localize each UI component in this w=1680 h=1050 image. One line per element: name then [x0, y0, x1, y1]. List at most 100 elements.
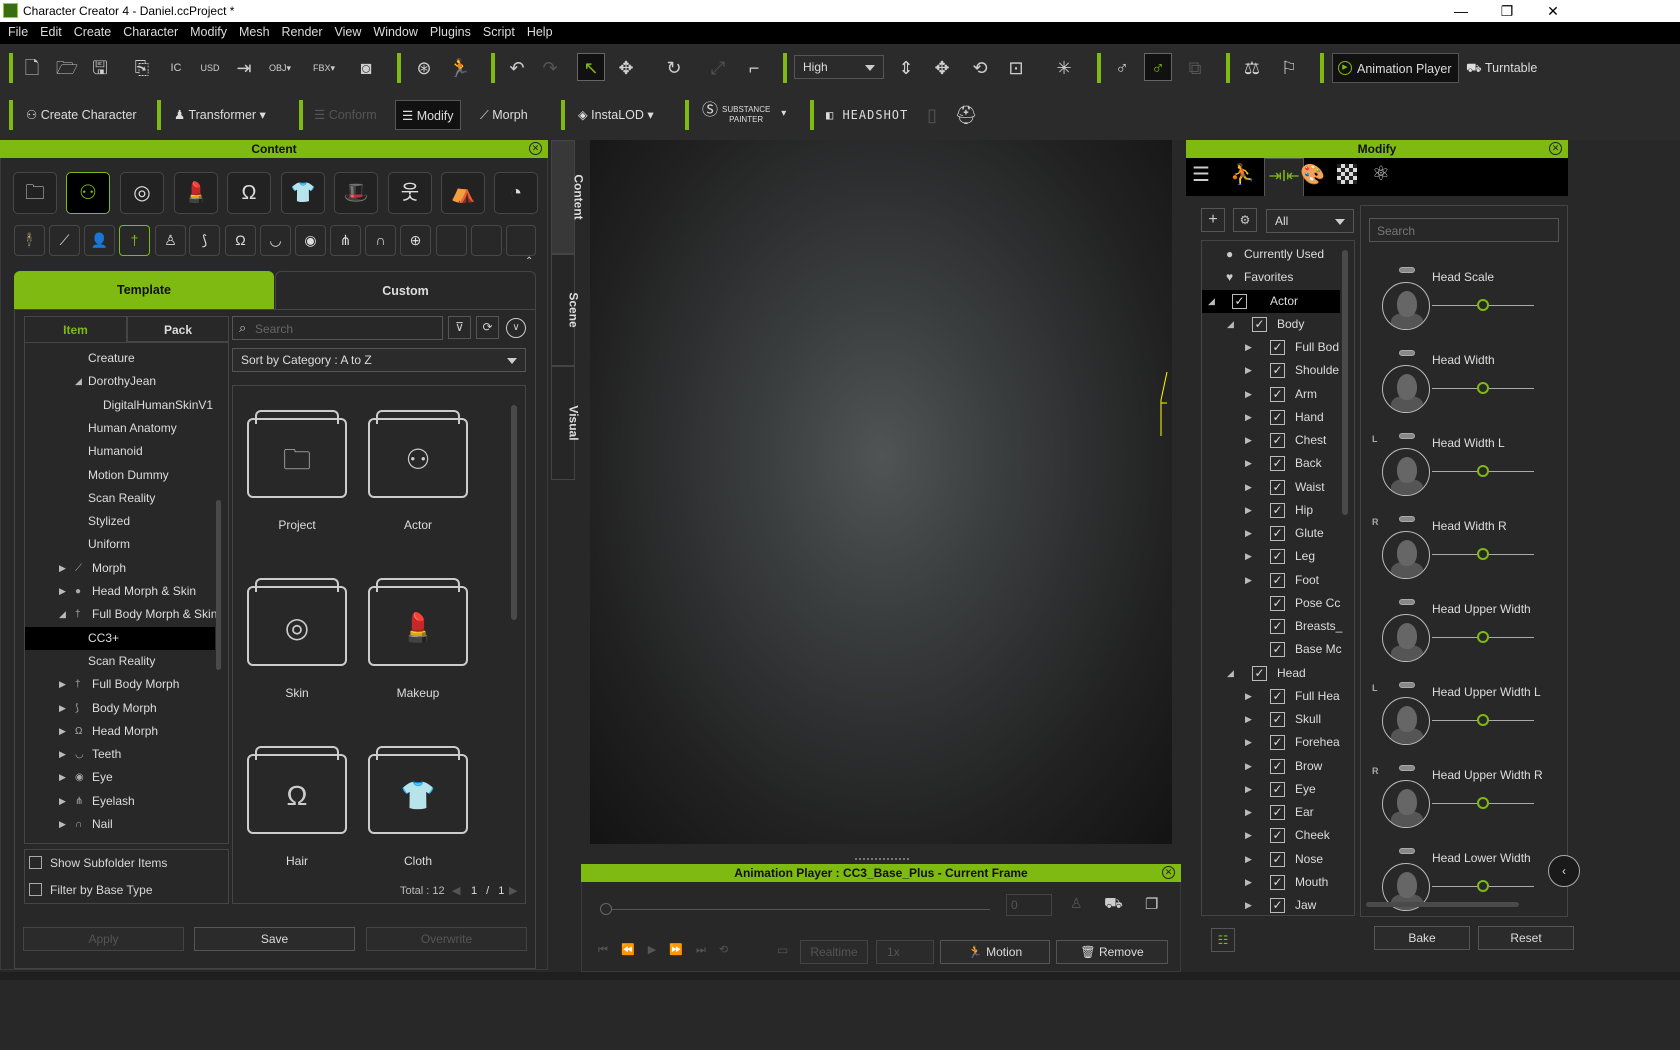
- morph-tree-item[interactable]: ▶ ✓ Forehea: [1202, 731, 1340, 754]
- physics-tab-icon[interactable]: ⚛: [1372, 161, 1390, 186]
- morph-tree-item[interactable]: ▶ ✓ Jaw: [1202, 894, 1340, 915]
- minimize-button[interactable]: —: [1438, 0, 1484, 22]
- slider-knob[interactable]: [1477, 631, 1489, 643]
- conform-button[interactable]: ☰ Conform: [308, 100, 383, 130]
- motion-cube-icon[interactable]: ⛟: [1104, 895, 1123, 914]
- menu-edit[interactable]: Edit: [34, 22, 68, 39]
- morph-filter-select[interactable]: All: [1266, 209, 1354, 233]
- side-tab-content[interactable]: Content: [551, 140, 586, 254]
- collapse-arrow-icon[interactable]: ▶: [1245, 824, 1252, 847]
- tree-item[interactable]: Scan Reality: [25, 650, 215, 673]
- overwrite-button[interactable]: Overwrite: [366, 927, 527, 951]
- sub-category-eye[interactable]: ◉: [295, 225, 326, 256]
- slider-search-input[interactable]: Search: [1369, 218, 1559, 242]
- substance-painter-button[interactable]: Ⓢ SUBSTANCE PAINTER ▾: [698, 100, 786, 130]
- morph-tree-item[interactable]: ▶ ✓ Leg: [1202, 545, 1340, 568]
- tree-item[interactable]: ◢ † Full Body Morph & Skin: [25, 603, 217, 626]
- morph-toggle-icon[interactable]: [1399, 599, 1415, 605]
- motion-icon[interactable]: 🏃: [446, 54, 474, 82]
- slider-knob[interactable]: [1477, 797, 1489, 809]
- scale-tool-icon[interactable]: ⤢: [704, 54, 732, 82]
- category-pose[interactable]: 웃: [388, 172, 432, 214]
- collapse-arrow-icon[interactable]: ▶: [1245, 755, 1252, 778]
- morph-checkbox[interactable]: ✓: [1270, 758, 1285, 774]
- collapse-arrow-icon[interactable]: ▶: [1245, 336, 1252, 359]
- morph-toggle-icon[interactable]: [1399, 516, 1415, 522]
- grid-scrollbar[interactable]: [511, 405, 517, 620]
- tree-item[interactable]: ▶ ⟆ Body Morph: [25, 697, 215, 720]
- morph-checkbox[interactable]: ✓: [1270, 595, 1285, 611]
- sliders-tab-icon[interactable]: ☰: [1192, 162, 1210, 187]
- menu-character[interactable]: Character: [117, 22, 184, 39]
- morph-checkbox[interactable]: ✓: [1270, 456, 1285, 472]
- morph-checkbox[interactable]: ✓: [1232, 293, 1247, 309]
- morph-checkbox[interactable]: ✓: [1270, 781, 1285, 797]
- collapse-arrow-icon[interactable]: ▶: [1245, 452, 1252, 475]
- transformer-button[interactable]: ♟ Transformer ▾: [168, 100, 272, 130]
- morph-button[interactable]: ⟋ Morph: [474, 100, 534, 130]
- collapse-arrow-icon[interactable]: ▶: [1245, 708, 1252, 731]
- tree-item[interactable]: CC3+: [25, 626, 215, 650]
- category-cloth[interactable]: 👕: [281, 172, 325, 214]
- save-button[interactable]: Save: [194, 927, 355, 951]
- menu-mesh[interactable]: Mesh: [233, 22, 276, 39]
- orbit-icon[interactable]: ⟲: [966, 54, 994, 82]
- tab-template[interactable]: Template: [14, 271, 274, 309]
- morph-toggle-icon[interactable]: [1399, 267, 1415, 273]
- morph-checkbox[interactable]: ✓: [1270, 409, 1285, 425]
- create-character-button[interactable]: ⚇ Create Character: [20, 100, 143, 130]
- speed-select[interactable]: 1x: [876, 940, 934, 964]
- frame-input[interactable]: 0: [1006, 894, 1052, 916]
- morph-checkbox[interactable]: ✓: [1270, 526, 1285, 541]
- 3d-viewport[interactable]: [590, 140, 1172, 844]
- category-other[interactable]: ◔: [494, 172, 538, 214]
- morph-tree-item[interactable]: ▶ ✓ Full Bod: [1202, 336, 1340, 359]
- motion-button[interactable]: 🏃 Motion: [940, 940, 1050, 964]
- lock-figure-icon[interactable]: ♙: [1070, 895, 1083, 912]
- morph-tree-item[interactable]: ▶ ✓ Arm: [1202, 383, 1340, 406]
- collapse-arrow-icon[interactable]: ▶: [59, 790, 66, 813]
- tree-item[interactable]: Creature: [25, 347, 215, 370]
- collapse-arrow-icon[interactable]: ▶: [1245, 429, 1252, 452]
- tree-item[interactable]: ▶ Ω Head Morph: [25, 720, 215, 743]
- preview-icon[interactable]: ◙: [352, 54, 380, 82]
- folder-item[interactable]: ⚇ Actor: [368, 410, 468, 532]
- collapse-arrow-icon[interactable]: ▶: [1245, 476, 1252, 499]
- morph-tree-item[interactable]: ▶ ✓ Mouth: [1202, 871, 1340, 894]
- sub-category-head-morph-skin[interactable]: 👤: [84, 225, 115, 256]
- folder-item[interactable]: ◎ Skin: [247, 578, 347, 700]
- morph-tree-item[interactable]: ♥ Favorites: [1202, 266, 1340, 289]
- collapse-arrow-icon[interactable]: ▶: [1245, 894, 1252, 915]
- morph-checkbox[interactable]: ✓: [1270, 549, 1285, 565]
- undo-icon[interactable]: ↶: [503, 54, 531, 82]
- morph-checkbox[interactable]: ✓: [1270, 572, 1285, 588]
- headshot-button[interactable]: ◧ HEADSHOT: [820, 100, 914, 130]
- export-usd-icon[interactable]: USD: [196, 54, 224, 82]
- redo-icon[interactable]: ↷: [536, 54, 564, 82]
- sub-category-full-body-morph[interactable]: ♙: [155, 225, 186, 256]
- morph-checkbox[interactable]: ✓: [1270, 828, 1285, 844]
- maximize-button[interactable]: ❐: [1484, 0, 1530, 22]
- morph-tree-item[interactable]: ▶ ✓ Chest: [1202, 429, 1340, 452]
- tree-item[interactable]: ▶ † Full Body Morph: [25, 673, 215, 696]
- morph-toggle-icon[interactable]: [1399, 765, 1415, 771]
- import-ic-icon[interactable]: IC: [162, 54, 190, 82]
- morph-tree-item[interactable]: ▶ ✓ Nose: [1202, 848, 1340, 871]
- morph-tree-item[interactable]: ✓ Pose Cc: [1202, 592, 1340, 615]
- dropdown-circle-icon[interactable]: ∨: [506, 318, 526, 338]
- quality-select[interactable]: High: [794, 55, 884, 79]
- morph-tree-item[interactable]: ▶ ✓ Glute: [1202, 522, 1340, 545]
- sub-category-full-body-morph-skin[interactable]: †: [119, 225, 150, 256]
- morph-checkbox[interactable]: ✓: [1270, 735, 1285, 751]
- tree-item[interactable]: Scan Reality: [25, 487, 215, 510]
- modify-button[interactable]: ☰ Modify: [395, 100, 461, 130]
- morph-toggle-icon[interactable]: [1399, 350, 1415, 356]
- morph-tree-scrollbar[interactable]: [1342, 250, 1348, 515]
- export-fbx-icon[interactable]: FBX▾: [310, 54, 338, 82]
- expanded-arrow-icon[interactable]: ◢: [1227, 662, 1234, 685]
- tree-item[interactable]: ▶ ⟋ Morph: [25, 557, 215, 580]
- category-makeup[interactable]: 💄: [174, 172, 218, 214]
- content-search-input[interactable]: ⌕ Search: [232, 316, 443, 340]
- tree-item[interactable]: Human Anatomy: [25, 417, 215, 440]
- tab-custom[interactable]: Custom: [275, 271, 536, 309]
